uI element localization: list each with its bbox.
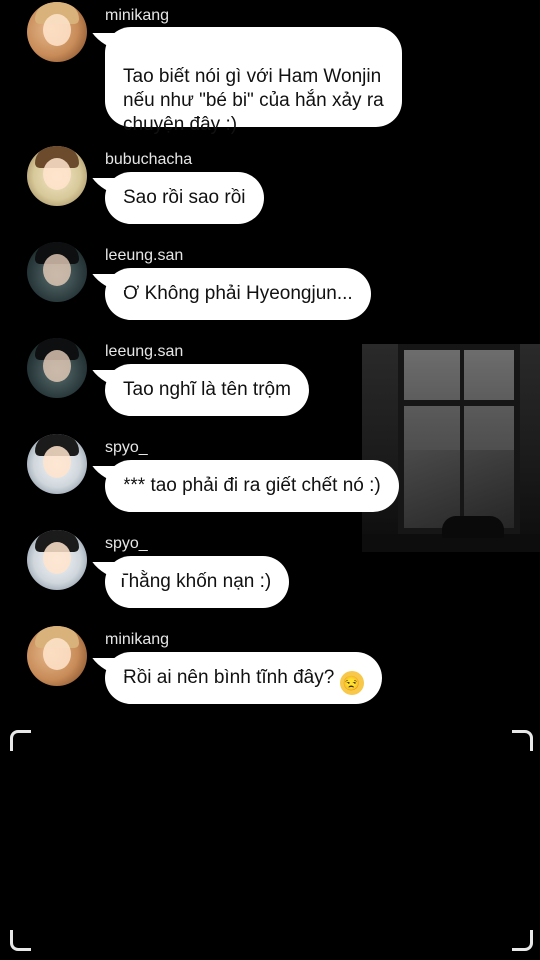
avatar-minikang[interactable] (27, 2, 87, 62)
username[interactable]: leeung.san (105, 342, 183, 362)
background-window-photo (362, 344, 540, 552)
lamp-silhouette (442, 516, 504, 538)
avatar-leeung-san[interactable] (27, 338, 87, 398)
frame-corner-top-right (512, 730, 533, 751)
unamused-face-emoji: 😒 (339, 671, 364, 695)
avatar-leeung-san[interactable] (27, 242, 87, 302)
message-bubble[interactable]: Rồi ai nên bình tĩnh đây? 😒 (105, 652, 382, 704)
window-transom (404, 400, 514, 406)
avatar-bubuchacha[interactable] (27, 146, 87, 206)
message-text: Thằng khốn nạn :) (117, 571, 272, 592)
frame-corner-bottom-right (512, 930, 533, 951)
message-bubble[interactable]: Tao biết nói gì với Ham Wonjin nếu như "… (105, 27, 402, 135)
avatar-spyo[interactable] (27, 530, 87, 590)
username[interactable]: bubuchacha (105, 150, 192, 170)
username[interactable]: leeung.san (105, 246, 183, 266)
username[interactable]: minikang (105, 6, 169, 26)
message-text: *** tao phải đi ra giết chết nó :) (123, 475, 381, 496)
frame-corner-bottom-left (10, 930, 31, 951)
message-bubble[interactable]: *** tao phải đi ra giết chết nó :) (105, 460, 399, 512)
message-bubble[interactable]: Ơ Không phải Hyeongjun... (105, 268, 371, 320)
message-text: Tao biết nói gì với Ham Wonjin nếu như "… (123, 66, 384, 135)
message-bubble[interactable]: Thằng khốn nạn :) (105, 556, 290, 608)
username[interactable]: spyo_ (105, 534, 148, 554)
message-text: Sao rồi sao rồi (123, 187, 246, 208)
username[interactable]: spyo_ (105, 438, 148, 458)
window-frame (398, 344, 520, 534)
message-text: Ơ Không phải Hyeongjun... (123, 283, 353, 304)
username[interactable]: minikang (105, 630, 169, 650)
message-text: Tao nghĩ là tên trộm (123, 379, 291, 400)
message-bubble[interactable]: Tao nghĩ là tên trộm (105, 364, 309, 416)
message-text: Rồi ai nên bình tĩnh đây? (123, 667, 335, 688)
frame-corner-top-left (10, 730, 31, 751)
message-bubble[interactable]: Sao rồi sao rồi (105, 172, 264, 224)
window-mullion (460, 350, 464, 528)
avatar-spyo[interactable] (27, 434, 87, 494)
avatar-minikang[interactable] (27, 626, 87, 686)
